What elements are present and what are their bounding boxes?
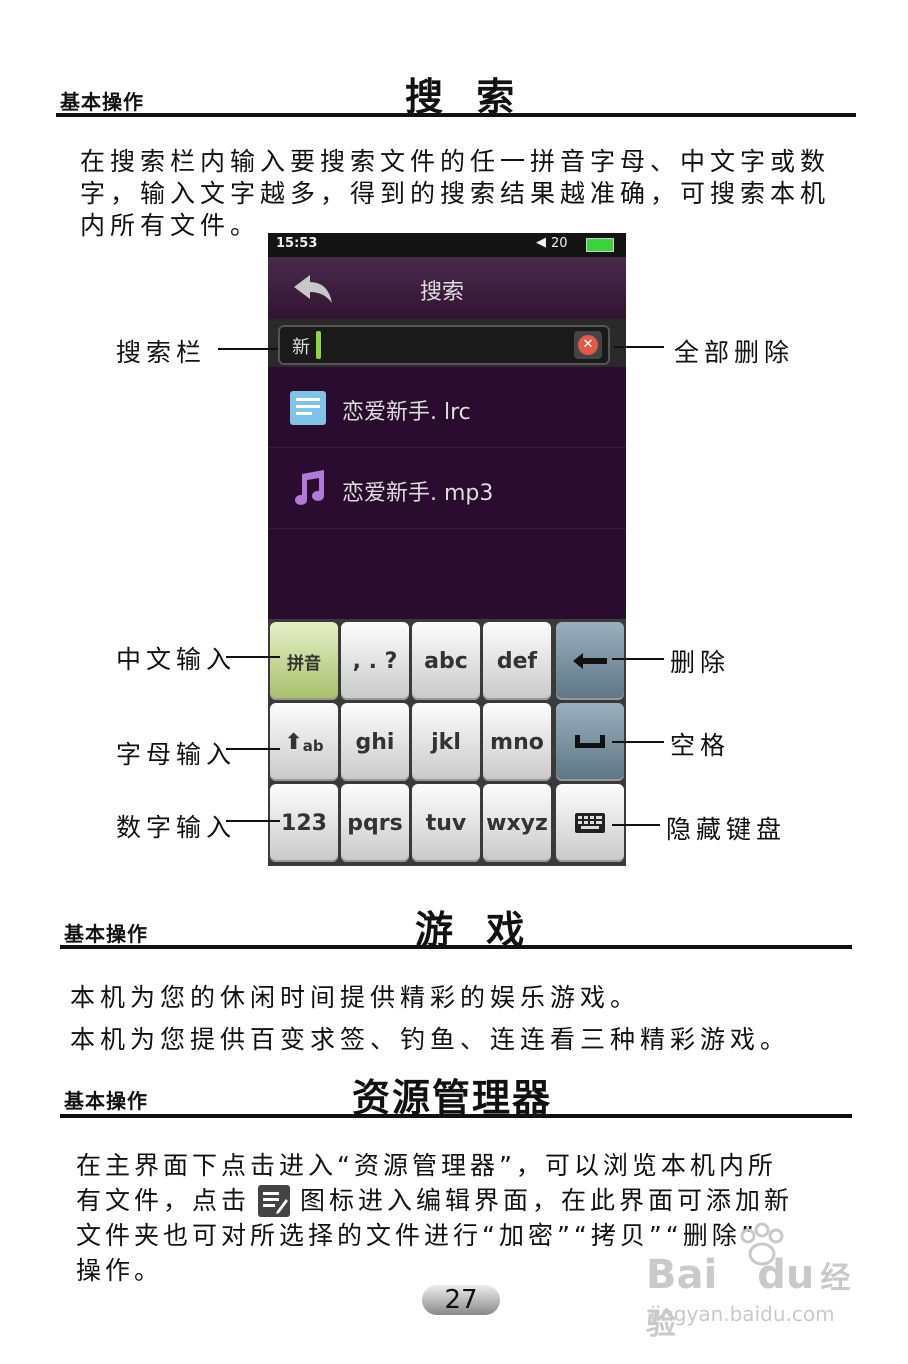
- music-note-icon: [295, 470, 324, 505]
- status-bar: 15:53 ◀ 20: [268, 233, 626, 257]
- callout-number-input: 数字输入: [116, 813, 237, 842]
- list-item[interactable]: 恋爱新手. mp3: [268, 448, 626, 529]
- key-label: 拼音: [287, 653, 321, 674]
- battery-icon: [586, 238, 614, 252]
- key-label: tuv: [425, 810, 467, 836]
- punctuation-key[interactable]: , . ?: [341, 622, 409, 700]
- fm-line-2b: 图标进入编辑界面，在此界面可添加新: [300, 1186, 794, 1215]
- fm-line: 在主界面下点击进入“资源管理器”，可以浏览本机内所: [76, 1151, 777, 1180]
- games-line: 本机为您提供百变求签、钓鱼、连连看三种精彩游戏。: [70, 1025, 791, 1054]
- leader-line: [226, 656, 280, 658]
- backspace-arrow-icon: [573, 653, 607, 669]
- watermark-brand: Bai: [646, 1252, 718, 1298]
- backspace-key[interactable]: [556, 622, 624, 700]
- key-label: ab: [302, 737, 324, 755]
- volume-icon: ◀: [536, 235, 546, 250]
- ghi-key[interactable]: ghi: [341, 703, 409, 781]
- search-bar: 新 ✕: [268, 319, 626, 367]
- page-number: 27: [422, 1285, 500, 1315]
- callout-search-bar: 搜索栏: [116, 338, 207, 367]
- status-volume: 20: [551, 236, 568, 251]
- games-text: 本机为您的休闲时间提供精彩的娱乐游戏。 本机为您提供百变求签、钓鱼、连连看三种精…: [70, 982, 870, 1056]
- section-rule: [56, 113, 856, 117]
- leader-line: [612, 824, 660, 826]
- device-screen: 15:53 ◀ 20 搜索 新 ✕ 恋爱新手. lrc 恋爱新手. mp3 拼音…: [268, 233, 626, 866]
- key-label: abc: [424, 648, 468, 674]
- pinyin-key[interactable]: 拼音: [270, 622, 338, 700]
- space-bar-icon: [575, 735, 605, 748]
- fm-line-2: 有文件，点击 图标进入编辑界面，在此界面可添加新: [76, 1183, 876, 1218]
- list-item[interactable]: 恋爱新手. lrc: [268, 367, 626, 448]
- abc-key[interactable]: abc: [412, 622, 480, 700]
- callout-chinese-input: 中文输入: [116, 645, 237, 674]
- wxyz-key[interactable]: wxyz: [483, 784, 551, 862]
- watermark-url: jingyan.baidu.com: [650, 1302, 835, 1326]
- title-bar: 搜索: [268, 257, 626, 319]
- key-label: ghi: [355, 729, 395, 755]
- key-label: def: [496, 648, 538, 674]
- section-category-games: 基本操作: [64, 922, 148, 946]
- games-line: 本机为您的休闲时间提供精彩的娱乐游戏。: [70, 983, 641, 1012]
- screen-title: 搜索: [420, 280, 465, 305]
- result-filename: 恋爱新手. mp3: [342, 481, 494, 506]
- callout-delete-all: 全部删除: [674, 338, 795, 367]
- clear-all-button[interactable]: ✕: [574, 331, 602, 359]
- leader-line: [612, 741, 664, 743]
- baidu-watermark: Bai du 经验 jingyan.baidu.com: [644, 1222, 864, 1342]
- key-label: , . ?: [352, 648, 398, 674]
- callout-space: 空格: [670, 731, 731, 760]
- lyrics-file-icon: [290, 391, 326, 425]
- section-category-file-manager: 基本操作: [64, 1089, 148, 1113]
- fm-line-2a: 有文件，点击: [76, 1186, 251, 1215]
- key-label: pqrs: [347, 810, 403, 836]
- search-input[interactable]: 新 ✕: [278, 325, 610, 365]
- mno-key[interactable]: mno: [483, 703, 551, 781]
- callout-delete: 删除: [670, 648, 731, 677]
- search-intro: 在搜索栏内输入要搜索文件的任一拼音字母、中文字或数 字，输入文字越多，得到的搜索…: [80, 146, 870, 242]
- def-key[interactable]: def: [483, 622, 551, 700]
- hide-keyboard-key[interactable]: [556, 784, 624, 862]
- leader-line: [218, 348, 278, 350]
- callout-letter-input: 字母输入: [116, 740, 237, 769]
- leader-line: [614, 346, 664, 348]
- status-time: 15:53: [276, 236, 318, 251]
- result-filename: 恋爱新手. lrc: [342, 400, 471, 425]
- jkl-key[interactable]: jkl: [412, 703, 480, 781]
- section-rule: [60, 1114, 852, 1118]
- key-label: wxyz: [486, 810, 548, 836]
- search-text: 新: [292, 337, 310, 358]
- shift-letters-key[interactable]: ⬆ ab: [270, 703, 338, 781]
- leader-line: [226, 820, 280, 822]
- key-label: mno: [490, 729, 544, 755]
- key-label: jkl: [431, 729, 461, 755]
- callout-hide-keyboard: 隐藏键盘: [666, 815, 787, 844]
- shift-arrow-icon: ⬆: [284, 729, 303, 755]
- page-number-text: 27: [444, 1285, 478, 1315]
- tuv-key[interactable]: tuv: [412, 784, 480, 862]
- leader-line: [612, 658, 664, 660]
- pqrs-key[interactable]: pqrs: [341, 784, 409, 862]
- leader-line: [226, 748, 280, 750]
- close-icon: ✕: [578, 335, 598, 355]
- text-cursor-icon: [316, 331, 321, 359]
- watermark-brand-2: du: [757, 1252, 815, 1298]
- keyboard: 拼音 , . ? abc def ⬆ ab ghi jkl mno 123 pqr…: [268, 619, 626, 866]
- key-label: 123: [281, 810, 327, 836]
- section-category-search: 基本操作: [60, 90, 144, 114]
- keyboard-icon: [575, 813, 605, 833]
- intro-line: 在搜索栏内输入要搜索文件的任一拼音字母、中文字或数: [80, 147, 831, 176]
- section-rule: [60, 945, 852, 949]
- intro-line: 字，输入文字越多，得到的搜索结果越准确，可搜索本机: [80, 179, 831, 208]
- number-key[interactable]: 123: [270, 784, 338, 862]
- back-arrow-icon[interactable]: [292, 273, 336, 305]
- edit-icon: [258, 1184, 291, 1217]
